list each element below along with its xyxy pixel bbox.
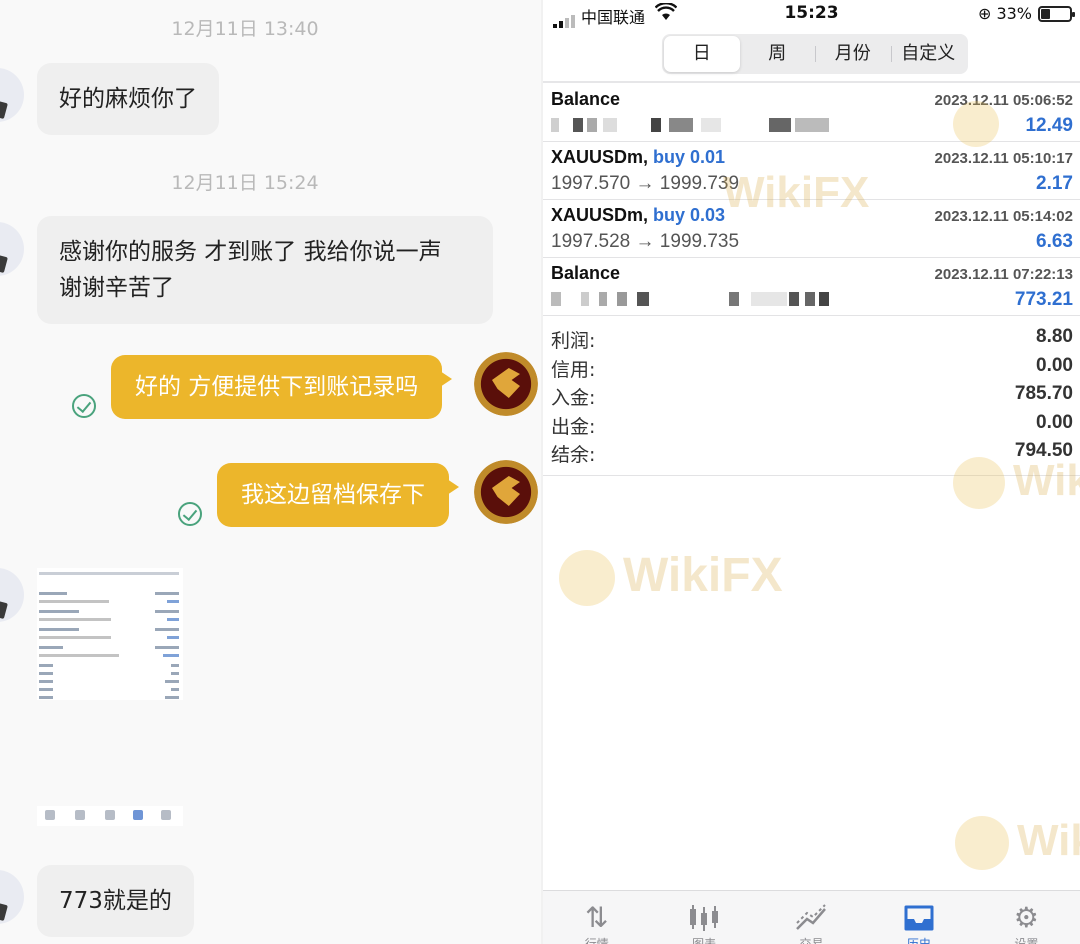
battery-icon [1038,6,1075,22]
message-bubble-incoming[interactable]: 773就是的 [37,865,194,937]
deal-datetime: 2023.12.11 07:22:13 [934,266,1073,283]
deal-prices: 1997.570 → 1999.739 [551,173,740,194]
deal-side: buy 0.01 [653,147,726,167]
period-day-tab[interactable]: 日 [664,36,740,72]
trade-icon [795,903,829,939]
header-divider [543,81,1080,83]
summary-label: 结余: [551,444,596,467]
bottom-tab-bar: ⇅ 行情 图表 交易 历史 ⚙ 设置 [543,890,1080,944]
summary-row-withdrawal: 出金: 0.00 [543,410,1080,439]
deal-datetime: 2023.12.11 05:14:02 [934,208,1073,225]
summary-value: 794.50 [1014,440,1073,462]
deal-symbol: Balance [551,263,621,283]
deal-profit: 773.21 [1014,289,1073,310]
battery-percent: ⊕ 33% [977,4,1032,23]
read-check-icon [72,394,96,418]
summary-row-profit: 利润: 8.80 [543,324,1080,353]
quotes-icon: ⇅ [584,901,609,934]
deal-prices: 1997.528 → 1999.735 [551,231,740,252]
deal-row[interactable]: XAUUSDm, buy 0.01 2023.12.11 05:10:17 19… [543,142,1080,200]
summary-label: 入金: [551,387,596,410]
chat-timestamp: 12月11日 13:40 [171,18,319,40]
redacted-comment [551,118,831,134]
summary-value: 0.00 [1036,354,1073,376]
contact-avatar[interactable] [0,870,24,924]
history-icon [902,903,936,939]
screenshot-image-thumbnail[interactable] [37,568,183,700]
deal-row[interactable]: Balance 2023.12.11 05:06:52 12.49 [543,84,1080,142]
contact-avatar[interactable] [0,222,24,276]
message-text: 感谢你的服务 才到账了 我给你说一声 [59,239,442,265]
settings-icon: ⚙ [1013,901,1039,934]
summary-label: 信用: [551,358,596,381]
screenshot-image-thumbnail-tabbar [37,806,183,826]
summary-label: 出金: [551,415,596,438]
summary-label: 利润: [551,330,596,352]
message-bubble-outgoing[interactable]: 好的 方便提供下到账记录吗 [111,355,453,419]
period-selector[interactable]: 日 周 月份 自定义 [662,34,968,74]
eagle-avatar-icon[interactable] [474,460,538,524]
deal-datetime: 2023.12.11 05:06:52 [934,92,1073,109]
summary-row-credit: 信用: 0.00 [543,353,1080,382]
tab-trade[interactable]: 交易 [758,891,865,944]
watermark-logo: WikiFX [955,816,1080,871]
summary-value: 8.80 [1036,326,1073,347]
message-text: 好的麻烦你了 [59,86,197,112]
chat-timestamp: 12月11日 15:24 [171,172,319,194]
read-check-icon [178,502,202,526]
period-custom-tab[interactable]: 自定义 [890,36,967,72]
eagle-avatar-icon[interactable] [474,352,538,416]
tab-chart[interactable]: 图表 [650,891,757,944]
deal-symbol: Balance [551,89,621,109]
tab-history[interactable]: 历史 [865,891,972,944]
period-month-tab[interactable]: 月份 [815,36,891,72]
deal-symbol-line: XAUUSDm, buy 0.03 [551,205,725,226]
deal-profit: 6.63 [1036,231,1073,252]
deal-profit: 12.49 [1025,115,1073,136]
chart-icon [687,903,721,939]
summary-value: 0.00 [1036,411,1073,433]
message-bubble-incoming[interactable]: 感谢你的服务 才到账了 我给你说一声 谢谢辛苦了 [37,216,493,324]
message-text: 773就是的 [59,888,172,914]
message-text: 好的 方便提供下到账记录吗 [135,374,419,400]
watermark-logo: WikiFX [559,548,783,607]
deal-datetime: 2023.12.11 05:10:17 [934,150,1073,167]
summary-row-deposit: 入金: 785.70 [543,381,1080,410]
deal-profit: 2.17 [1036,173,1073,194]
status-bar: 中国联通 15:23 ⊕ 33% [543,0,1080,28]
deal-symbol: XAUUSDm, [551,147,649,167]
deal-side: buy 0.03 [653,205,726,225]
period-week-tab[interactable]: 周 [740,36,816,72]
message-bubble-outgoing[interactable]: 我这边留档保存下 [217,463,459,527]
summary-row-balance: 结余: 794.50 [543,438,1080,467]
orientation-lock-icon: ⊕ [977,4,992,23]
deal-row[interactable]: XAUUSDm, buy 0.03 2023.12.11 05:14:02 19… [543,200,1080,258]
trade-history-panel: 中国联通 15:23 ⊕ 33% 日 周 月份 自定义 Balance 2023… [541,0,1080,944]
chat-panel: 12月11日 13:40 好的麻烦你了 12月11日 15:24 感谢你的服务 … [0,0,541,944]
tab-settings[interactable]: ⚙ 设置 [973,891,1080,944]
message-bubble-incoming[interactable]: 好的麻烦你了 [37,63,219,135]
summary-value: 785.70 [1014,383,1073,405]
deal-row[interactable]: Balance 2023.12.11 07:22:13 773.21 [543,258,1080,316]
contact-avatar[interactable] [0,568,24,622]
deal-symbol: XAUUSDm, [551,205,649,225]
redacted-comment [551,292,831,308]
account-summary: 利润: 8.80 信用: 0.00 入金: 785.70 出金: 0.00 结余… [543,324,1080,476]
contact-avatar[interactable] [0,68,24,122]
message-text: 我这边留档保存下 [241,482,425,508]
tab-quotes[interactable]: ⇅ 行情 [543,891,650,944]
deal-symbol-line: XAUUSDm, buy 0.01 [551,147,725,168]
message-text: 谢谢辛苦了 [59,275,174,301]
